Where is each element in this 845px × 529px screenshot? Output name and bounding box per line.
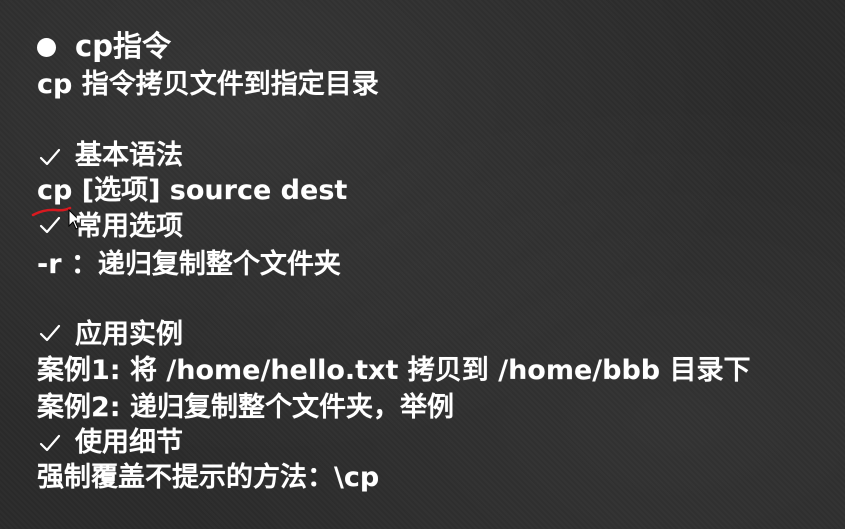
- syntax-heading: 基本语法: [75, 140, 183, 171]
- detail-1-text: 强制覆盖不提示的方法：\cp: [37, 462, 380, 493]
- syntax-text: cp [选项] source dest: [37, 175, 348, 206]
- option-r-text: -r ：递归复制整个文件夹: [37, 249, 341, 280]
- slide-title: cp指令: [75, 29, 171, 63]
- bullet-dot-icon: [37, 38, 56, 57]
- examples-heading: 应用实例: [75, 319, 183, 350]
- details-heading: 使用细节: [75, 427, 183, 458]
- check-mark-icon: [38, 321, 62, 345]
- check-mark-icon: [38, 145, 62, 169]
- example-1-text: 案例1: 将 /home/hello.txt 拷贝到 /home/bbb 目录下: [37, 355, 751, 386]
- example-2-text: 案例2: 递归复制整个文件夹，举例: [37, 392, 454, 423]
- options-heading: 常用选项: [75, 211, 183, 242]
- check-mark-icon: [38, 431, 62, 455]
- slide: cp指令 cp 指令拷贝文件到指定目录 基本语法 cp [选项] source …: [0, 0, 845, 529]
- slide-description: cp 指令拷贝文件到指定目录: [37, 69, 379, 100]
- check-mark-icon: [38, 213, 62, 237]
